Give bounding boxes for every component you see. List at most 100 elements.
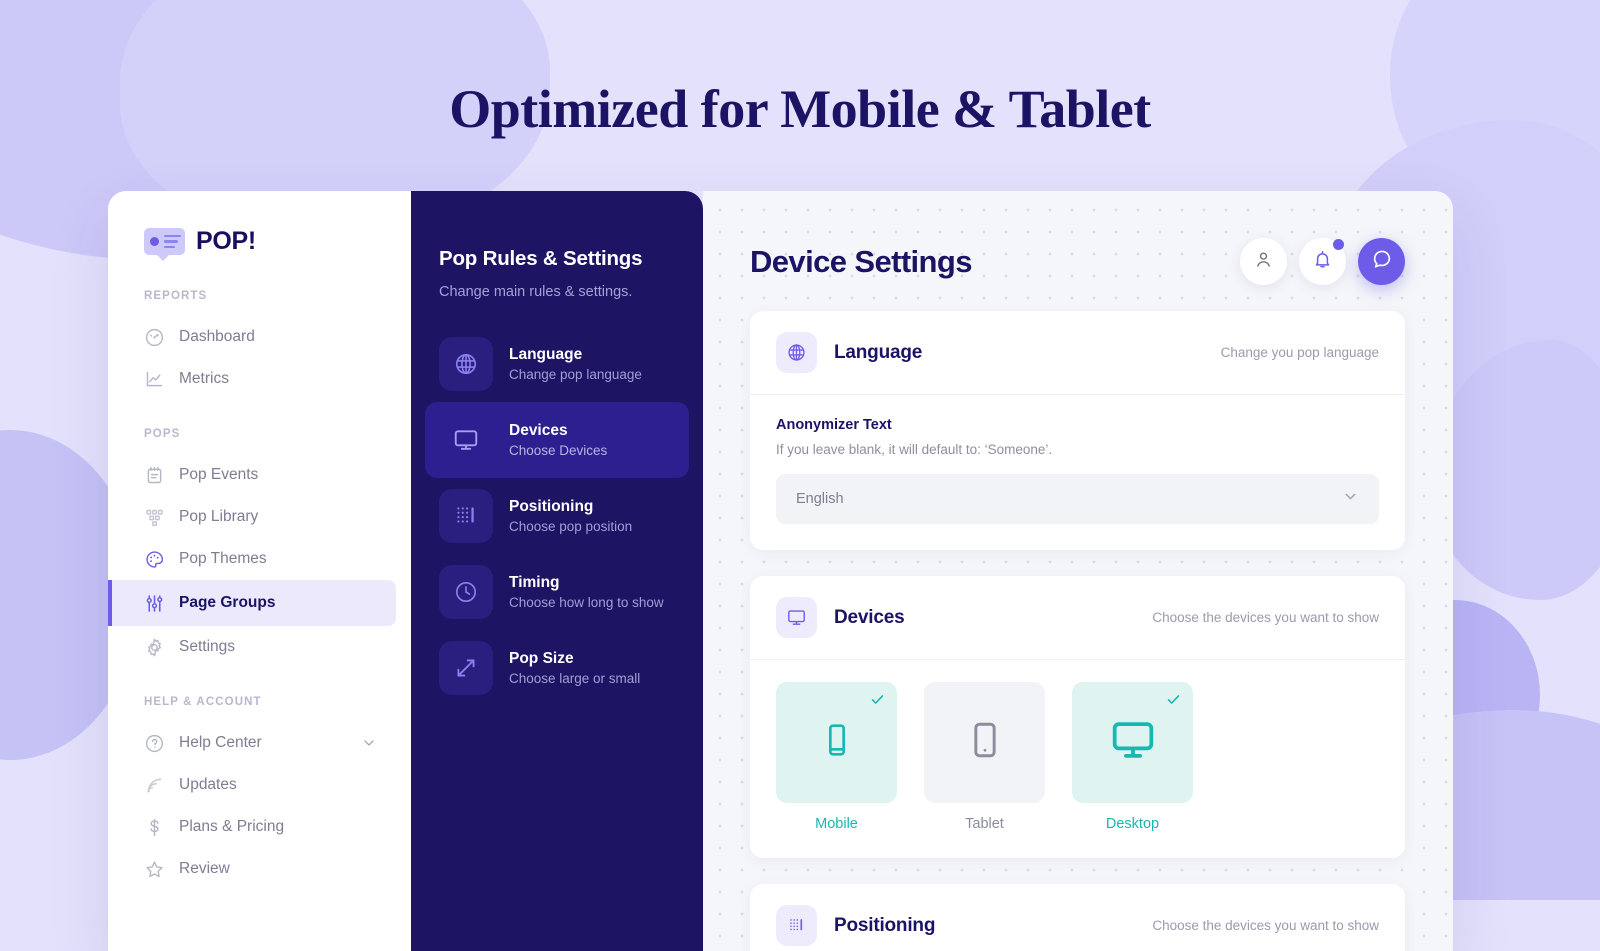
rule-item-devices[interactable]: Devices Choose Devices	[425, 402, 689, 478]
rules-panel-title: Pop Rules & Settings	[439, 247, 643, 270]
sidebar-item-page-groups[interactable]: Page Groups	[108, 580, 396, 626]
device-options: Mobile Tablet Desktop	[776, 682, 1379, 832]
sidebar-item-help-center[interactable]: Help Center	[108, 722, 411, 764]
card-hint: Choose the devices you want to show	[1152, 610, 1379, 625]
sidebar-item-label: Pop Themes	[179, 550, 267, 567]
chat-button[interactable]	[1358, 238, 1405, 285]
card-title: Positioning	[834, 914, 936, 936]
notifications-button[interactable]	[1299, 238, 1346, 285]
account-button[interactable]	[1240, 238, 1287, 285]
check-icon	[1165, 691, 1182, 713]
nav-section-reports-label: REPORTS	[144, 290, 208, 302]
rule-item-pop-size[interactable]: Pop Size Choose large or small	[425, 630, 689, 706]
main-content: Device Settings Language Change you pop …	[703, 191, 1453, 951]
bell-icon	[1312, 249, 1333, 275]
line-chart-icon	[144, 369, 165, 390]
dollar-icon	[144, 817, 165, 838]
anonymizer-text-label: Anonymizer Text	[776, 417, 892, 433]
globe-icon	[439, 337, 493, 391]
monitor-icon	[776, 597, 817, 638]
monitor-icon	[439, 413, 493, 467]
sidebar-item-label: Review	[179, 860, 230, 877]
language-card-body: Anonymizer Text If you leave blank, it w…	[750, 395, 1405, 550]
chevron-down-icon[interactable]	[358, 733, 379, 754]
sidebar-item-pop-events[interactable]: Pop Events	[108, 454, 411, 496]
sidebar-item-label: Settings	[179, 638, 236, 655]
speech-bubble-logo-icon	[144, 228, 185, 261]
devices-card: Devices Choose the devices you want to s…	[750, 576, 1405, 858]
pop-rules-panel: Pop Rules & Settings Change main rules &…	[411, 191, 703, 951]
card-hint: Choose the devices you want to show	[1152, 918, 1379, 933]
app-window: POP! REPORTS Dashboard Metrics POPS Pop …	[108, 191, 1453, 951]
rule-item-name: Language	[509, 346, 583, 363]
sidebar-item-plans-pricing[interactable]: Plans & Pricing	[108, 806, 411, 848]
position-grid-icon	[439, 489, 493, 543]
card-hint: Change you pop language	[1220, 345, 1379, 360]
desktop-monitor-icon	[1108, 715, 1158, 770]
device-tile[interactable]	[1072, 682, 1193, 803]
gauge-icon	[144, 327, 165, 348]
language-card-header: Language Change you pop language	[750, 311, 1405, 395]
sidebar-item-settings[interactable]: Settings	[108, 626, 411, 668]
device-tile[interactable]	[776, 682, 897, 803]
rule-item-name: Timing	[509, 574, 560, 591]
device-label: Desktop	[1105, 816, 1160, 832]
mobile-phone-icon	[817, 720, 857, 765]
rss-icon	[144, 775, 165, 796]
palette-icon	[144, 549, 165, 570]
logo-lines	[164, 234, 181, 249]
sidebar-item-label: Pop Library	[179, 508, 259, 525]
positioning-card-header: Positioning Choose the devices you want …	[750, 884, 1405, 951]
grid-squares-icon	[144, 507, 165, 528]
card-title: Language	[834, 341, 923, 363]
sidebar-item-review[interactable]: Review	[108, 848, 411, 890]
sidebar-item-pop-themes[interactable]: Pop Themes	[108, 538, 411, 580]
sidebar-item-metrics[interactable]: Metrics	[108, 358, 411, 400]
rule-item-desc: Choose how long to show	[509, 595, 664, 610]
rules-panel-subtitle: Change main rules & settings.	[439, 284, 633, 300]
left-sidebar: POP! REPORTS Dashboard Metrics POPS Pop …	[108, 191, 411, 951]
rule-item-positioning[interactable]: Positioning Choose pop position	[425, 478, 689, 554]
position-grid-icon	[776, 905, 817, 946]
card-title: Devices	[834, 606, 905, 628]
star-icon	[144, 859, 165, 880]
device-label: Tablet	[965, 816, 1004, 832]
language-select[interactable]: English	[776, 474, 1379, 524]
chat-bubble-icon	[1371, 248, 1393, 275]
device-option-desktop[interactable]: Desktop	[1072, 682, 1193, 832]
expand-arrows-icon	[439, 641, 493, 695]
rule-item-desc: Choose Devices	[509, 443, 608, 458]
devices-card-body: Mobile Tablet Desktop	[750, 660, 1405, 858]
rule-item-timing[interactable]: Timing Choose how long to show	[425, 554, 689, 630]
sidebar-item-pop-library[interactable]: Pop Library	[108, 496, 411, 538]
clock-icon	[439, 565, 493, 619]
sidebar-item-label: Updates	[179, 776, 237, 793]
device-label: Mobile	[815, 816, 858, 832]
device-tile[interactable]	[924, 682, 1045, 803]
rule-item-name: Positioning	[509, 498, 594, 515]
sidebar-item-label: Plans & Pricing	[179, 818, 285, 835]
chevron-down-icon	[1342, 488, 1359, 510]
devices-card-header: Devices Choose the devices you want to s…	[750, 576, 1405, 660]
device-option-mobile[interactable]: Mobile	[776, 682, 897, 832]
brand-name: POP!	[196, 227, 256, 255]
notification-badge	[1333, 239, 1344, 250]
logo-dot	[150, 237, 159, 246]
nav-section-help-label: HELP & ACCOUNT	[144, 696, 262, 708]
sidebar-item-updates[interactable]: Updates	[108, 764, 411, 806]
question-circle-icon	[144, 733, 165, 754]
user-icon	[1253, 249, 1274, 275]
brand-logo[interactable]: POP!	[108, 227, 411, 261]
notepad-icon	[144, 465, 165, 486]
sidebar-item-label: Metrics	[179, 370, 229, 387]
language-card: Language Change you pop language Anonymi…	[750, 311, 1405, 550]
positioning-card: Positioning Choose the devices you want …	[750, 884, 1405, 951]
language-select-value: English	[796, 491, 844, 507]
rule-item-language[interactable]: Language Change pop language	[425, 326, 689, 402]
device-option-tablet[interactable]: Tablet	[924, 682, 1045, 832]
sidebar-item-dashboard[interactable]: Dashboard	[108, 316, 411, 358]
rule-item-name: Devices	[509, 422, 568, 439]
rule-item-desc: Change pop language	[509, 367, 642, 382]
rule-item-name: Pop Size	[509, 650, 574, 667]
